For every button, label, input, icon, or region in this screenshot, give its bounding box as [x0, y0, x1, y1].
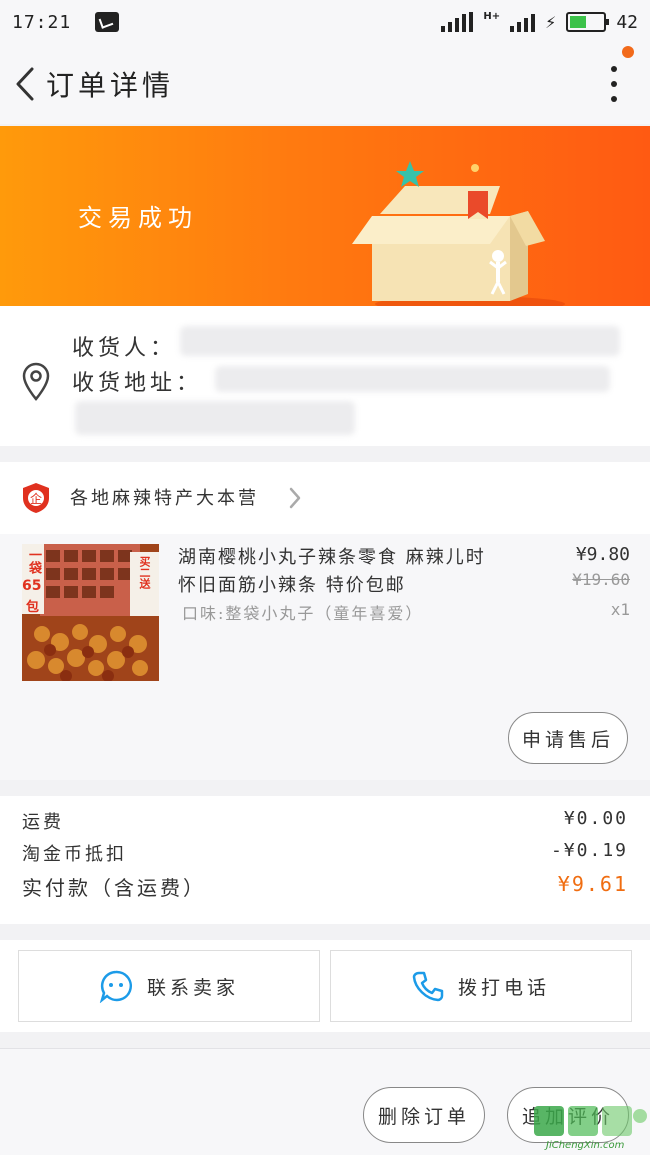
- product-price: ¥9.80: [575, 544, 630, 565]
- phone-icon: [412, 971, 444, 1002]
- order-status-text: 交易成功: [78, 204, 198, 232]
- open-box-illustration: [352, 161, 565, 306]
- notification-dot-badge: [622, 46, 634, 58]
- network-type-icon: H+: [483, 10, 501, 22]
- address-label: 收货地址：: [72, 371, 203, 396]
- total-value: ¥9.61: [557, 872, 628, 896]
- fee-value: -¥0.19: [550, 840, 628, 861]
- watermark-text: JiChengXin.com: [546, 1140, 625, 1151]
- chevron-right-icon: [289, 487, 301, 509]
- more-options-button[interactable]: [600, 66, 628, 102]
- contact-seller-button[interactable]: 联系卖家: [18, 950, 320, 1022]
- signal-icon: [441, 12, 474, 32]
- fee-label: 运费: [22, 812, 64, 833]
- status-time: 17:21: [12, 11, 72, 33]
- status-bar: 17:21 H+ ⚡ 42: [0, 0, 650, 44]
- more-dot-icon: [611, 81, 617, 87]
- shipping-address-section: 收货人： 收货地址：: [0, 306, 650, 446]
- notification-icon: [95, 12, 120, 32]
- signal-2-icon: [510, 12, 536, 32]
- store-name: 各地麻辣特产大本营: [70, 488, 259, 509]
- delete-order-button[interactable]: 删除订单: [363, 1087, 485, 1143]
- thumb-tag-1: 一袋: [26, 548, 41, 574]
- charging-icon: ⚡: [545, 12, 557, 32]
- product-thumbnail[interactable]: 一袋 65 包 买二送: [22, 544, 159, 681]
- page-title: 订单详情: [46, 69, 175, 102]
- apply-after-sale-button[interactable]: 申请售后: [508, 712, 628, 764]
- fee-label: 淘金币抵扣: [22, 844, 127, 865]
- more-dot-icon: [611, 66, 617, 72]
- product-variant: 口味:整袋小丸子（童年喜爱）: [182, 604, 424, 623]
- fee-value: ¥0.00: [563, 808, 628, 829]
- product-title[interactable]: 湖南樱桃小丸子辣条零食 麻辣儿时怀旧面筋小辣条 特价包邮: [178, 544, 488, 600]
- battery-level: 42: [616, 11, 638, 33]
- svg-text:企: 企: [30, 491, 42, 506]
- more-dot-icon: [611, 96, 617, 102]
- thumb-tag-2: 65: [22, 578, 42, 594]
- phone-redacted: [75, 401, 355, 435]
- contact-seller-label: 联系卖家: [146, 976, 239, 999]
- fee-summary: 运费 ¥0.00 淘金币抵扣 -¥0.19 实付款（含运费） ¥9.61: [0, 796, 650, 924]
- back-button[interactable]: [0, 44, 50, 124]
- address-redacted: [215, 366, 610, 392]
- thumb-tag-4: 买二送: [138, 556, 151, 589]
- chevron-left-icon: [16, 67, 34, 101]
- shop-badge-icon: 企: [23, 483, 49, 513]
- order-status-banner: 交易成功: [0, 126, 650, 306]
- fee-row-coin-discount: 淘金币抵扣 -¥0.19: [22, 840, 628, 866]
- chat-bubble-icon: [99, 970, 132, 1003]
- store-section: 企 各地麻辣特产大本营 一袋 65 包 买二送 湖南樱桃小丸子辣条零食 麻辣儿时…: [0, 462, 650, 780]
- store-header[interactable]: 企 各地麻辣特产大本营: [0, 462, 650, 534]
- call-phone-label: 拨打电话: [457, 976, 550, 999]
- fee-row-total: 实付款（含运费） ¥9.61: [22, 872, 628, 901]
- location-pin-icon: [22, 362, 50, 401]
- contact-section: 联系卖家 拨打电话: [0, 940, 650, 1032]
- call-phone-button[interactable]: 拨打电话: [330, 950, 632, 1022]
- fee-row-shipping: 运费 ¥0.00: [22, 808, 628, 834]
- product-quantity: x1: [610, 600, 630, 619]
- battery-icon: [566, 12, 610, 32]
- total-label: 实付款（含运费）: [22, 876, 206, 900]
- nav-bar: 订单详情: [0, 44, 650, 124]
- thumb-tag-3: 包: [26, 600, 40, 615]
- receiver-label: 收货人：: [72, 336, 177, 361]
- receiver-redacted: [180, 326, 620, 356]
- product-original-price: ¥19.60: [572, 570, 630, 589]
